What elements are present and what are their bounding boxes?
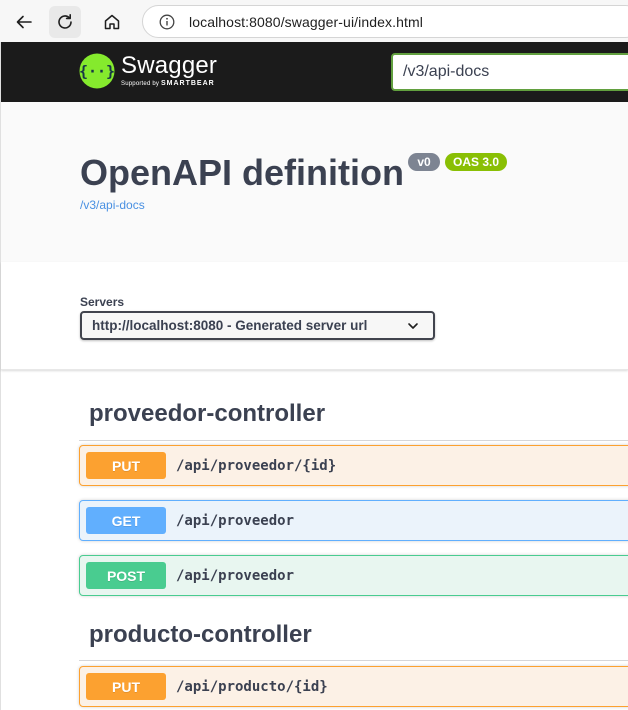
- swagger-topbar: {··} Swagger Supported by SMARTBEAR /v3/…: [1, 42, 628, 102]
- logo-wordmark: Swagger: [121, 52, 218, 79]
- operation-path: /api/proveedor/{id}: [176, 457, 337, 474]
- operation-path: /api/proveedor: [176, 567, 295, 584]
- back-button[interactable]: [8, 6, 40, 38]
- tag-divider: [79, 660, 628, 661]
- logo-tagline-brand: SMARTBEAR: [160, 80, 215, 87]
- spec-url-input[interactable]: /v3/api-docs: [391, 53, 628, 91]
- info-section: OpenAPI definition v0 OAS 3.0 /v3/api-do…: [1, 102, 628, 262]
- address-bar[interactable]: localhost:8080/swagger-ui/index.html: [142, 5, 628, 38]
- operation-path: /api/producto/{id}: [176, 678, 328, 695]
- address-url[interactable]: localhost:8080/swagger-ui/index.html: [189, 14, 423, 30]
- servers-selected-value[interactable]: http://localhost:8080 - Generated server…: [92, 318, 367, 333]
- swagger-logo[interactable]: {··} Swagger Supported by SMARTBEAR: [79, 52, 217, 90]
- browser-toolbar: localhost:8080/swagger-ui/index.html: [0, 0, 628, 42]
- opblock-post-proveedor[interactable]: POST /api/proveedor: [79, 555, 628, 596]
- chevron-down-icon: [408, 323, 418, 329]
- method-badge: POST: [86, 562, 166, 589]
- method-badge: GET: [86, 507, 166, 534]
- logo-tagline: Supported by SMARTBEAR: [121, 80, 217, 88]
- svg-text:{··}: {··}: [79, 63, 115, 81]
- servers-select[interactable]: http://localhost:8080 - Generated server…: [80, 311, 435, 340]
- home-icon: [104, 14, 120, 30]
- info-circle-icon[interactable]: [159, 14, 175, 30]
- version-badge: v0: [408, 153, 440, 171]
- home-button[interactable]: [96, 6, 128, 38]
- opblock-get-proveedor[interactable]: GET /api/proveedor: [79, 500, 628, 541]
- opblock-put-proveedor-id[interactable]: PUT /api/proveedor/{id}: [79, 445, 628, 486]
- reload-icon: [58, 14, 72, 29]
- back-arrow-icon: [16, 15, 32, 29]
- swagger-logo-icon: {··}: [79, 53, 115, 89]
- servers-label: Servers: [80, 295, 125, 309]
- operation-path: /api/proveedor: [176, 512, 295, 529]
- oas-badge: OAS 3.0: [445, 153, 507, 171]
- method-badge: PUT: [86, 452, 166, 479]
- api-docs-link[interactable]: /v3/api-docs: [80, 198, 145, 212]
- spec-url-value[interactable]: /v3/api-docs: [403, 63, 489, 81]
- tag-producto-controller[interactable]: producto-controller: [89, 621, 312, 649]
- tag-proveedor-controller[interactable]: proveedor-controller: [89, 400, 325, 428]
- tag-divider: [79, 440, 628, 441]
- method-badge: PUT: [86, 673, 166, 700]
- servers-section: Servers http://localhost:8080 - Generate…: [1, 262, 628, 370]
- page-title: OpenAPI definition: [80, 152, 404, 193]
- opblock-put-producto-id[interactable]: PUT /api/producto/{id}: [79, 666, 628, 707]
- reload-button[interactable]: [49, 6, 81, 38]
- logo-tagline-prefix: Supported by: [121, 81, 160, 87]
